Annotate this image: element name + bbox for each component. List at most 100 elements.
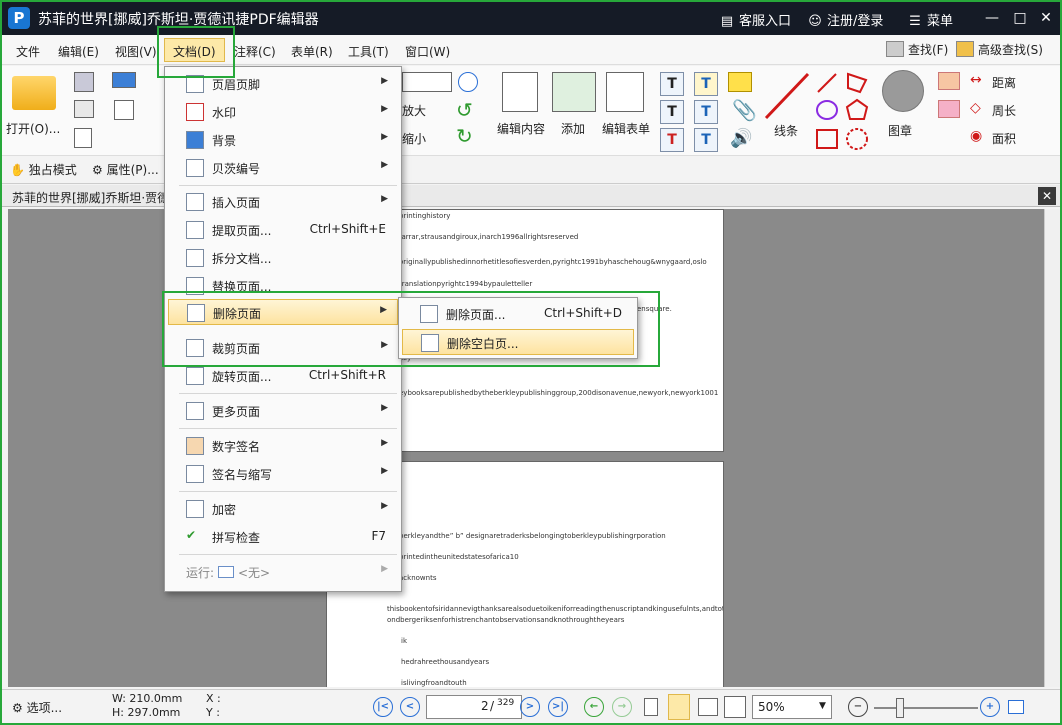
stamp-button[interactable]: 图章 (888, 122, 912, 139)
menu-item-label: 拼写检查 (212, 531, 261, 545)
menu-form[interactable]: 表单(R) (291, 43, 333, 60)
ellipse-icon[interactable] (816, 100, 838, 120)
menu-item-more-pages[interactable]: 更多页面 ▶ (168, 398, 398, 424)
continuous-facing-icon[interactable] (724, 696, 746, 718)
print-icon[interactable] (74, 100, 94, 118)
cloud-icon[interactable] (846, 128, 868, 150)
zoom-slider[interactable] (874, 707, 978, 709)
find-button[interactable]: 查找(F) (886, 41, 948, 58)
edit-form-icon[interactable] (606, 72, 644, 112)
menu-item-digital-signature[interactable]: 数字签名 ▶ (168, 433, 398, 459)
strikethrough-icon[interactable]: T (694, 100, 718, 124)
menu-item-spell-check[interactable]: ✔ 拼写检查 F7 (168, 524, 398, 550)
note-icon[interactable] (728, 72, 752, 92)
open-button[interactable]: 打开(O)... (6, 120, 60, 137)
vertical-scrollbar[interactable] (1044, 209, 1060, 687)
rectangle-icon[interactable] (816, 129, 838, 149)
area-button[interactable]: 面积 (992, 130, 1016, 147)
text-callout-icon[interactable]: T (660, 128, 684, 152)
menu-edit[interactable]: 编辑(E) (58, 43, 99, 60)
sound-icon[interactable]: 🔊 (730, 128, 752, 149)
new-doc-icon[interactable] (114, 100, 134, 120)
export-icon[interactable] (74, 128, 92, 148)
arrow-icon[interactable] (817, 73, 837, 93)
stamp-label: 图章 (888, 124, 913, 138)
prev-page-icon[interactable]: < (400, 697, 420, 717)
typewriter-icon[interactable]: T (694, 72, 718, 96)
menu-button[interactable]: ☰ 菜单 (908, 10, 953, 29)
zoom-level-select[interactable]: 50% ▼ (752, 695, 832, 719)
single-page-icon[interactable] (644, 698, 658, 716)
tab-close-icon[interactable]: ✕ (1038, 187, 1056, 205)
zoom-out-button[interactable]: 缩小 (402, 130, 426, 147)
menu-file[interactable]: 文件 (16, 43, 40, 60)
perimeter-icon[interactable]: ◇ (970, 100, 981, 116)
menu-item-background[interactable]: 背景 ▶ (168, 127, 398, 153)
menu-item-split-document[interactable]: 拆分文档... (168, 245, 398, 271)
page-number-input[interactable]: 2 / 329 (426, 695, 522, 719)
submenu-arrow-icon: ▶ (381, 466, 388, 476)
text-field-icon[interactable]: T (660, 100, 684, 124)
document-tab[interactable]: 苏菲的世界[挪威]乔斯坦·贾德 (12, 189, 169, 206)
menu-window[interactable]: 窗口(W) (405, 43, 450, 60)
exclusive-mode-button[interactable]: ✋ 独占模式 (10, 161, 77, 178)
pentagon-icon[interactable] (845, 98, 869, 120)
lines-button[interactable]: 线条 (774, 122, 798, 139)
edit-content-button[interactable]: 编辑内容 (497, 120, 545, 137)
facing-page-icon[interactable] (698, 698, 718, 716)
first-page-icon[interactable]: |< (373, 697, 393, 717)
menu-item-encrypt[interactable]: 加密 ▶ (168, 496, 398, 522)
zoom-out-icon[interactable]: − (848, 697, 868, 717)
zoom-select[interactable] (402, 72, 452, 92)
close-icon[interactable]: ✕ (1034, 7, 1058, 29)
fit-page-icon[interactable] (1008, 700, 1024, 714)
menu-item-insert-page[interactable]: 插入页面 ▶ (168, 189, 398, 215)
menu-item-run[interactable]: 运行: <无> ▶ (168, 559, 398, 585)
distance-icon[interactable]: ↔ (970, 72, 982, 88)
menu-item-bates-numbering[interactable]: 贝茨编号 ▶ (168, 155, 398, 181)
save-icon[interactable] (74, 72, 94, 92)
stamp-icon[interactable] (882, 70, 924, 112)
attach-icon[interactable]: 📎 (732, 98, 757, 122)
edit-form-button[interactable]: 编辑表单 (602, 120, 650, 137)
edit-content-icon[interactable] (502, 72, 538, 112)
properties-button[interactable]: ⚙ 属性(P)... (92, 161, 159, 178)
menu-item-extract-pages[interactable]: 提取页面... Ctrl+Shift+E (168, 217, 398, 243)
perimeter-button[interactable]: 周长 (992, 102, 1016, 119)
polygon-icon[interactable] (847, 72, 868, 94)
select-options-button[interactable]: ⚙ 选项... (12, 699, 62, 716)
area-icon[interactable]: ◉ (970, 128, 982, 144)
zoom-slider-handle[interactable] (896, 698, 904, 718)
add-button[interactable]: 添加 (561, 120, 585, 137)
distance-button[interactable]: 距离 (992, 74, 1016, 91)
menu-item-watermark[interactable]: 水印 ▶ (168, 99, 398, 125)
underline-icon[interactable]: T (694, 128, 718, 152)
zoom-icon[interactable] (458, 72, 478, 92)
rotate-right-icon[interactable]: ↻ (456, 124, 473, 148)
add-image-icon[interactable] (552, 72, 596, 112)
zoom-in-button[interactable]: 放大 (402, 102, 426, 119)
continuous-page-icon[interactable] (668, 694, 690, 720)
forward-icon[interactable]: → (612, 697, 632, 717)
rotate-left-icon[interactable]: ↺ (456, 98, 473, 122)
pencil-icon[interactable] (938, 72, 960, 90)
maximize-icon[interactable]: □ (1008, 7, 1032, 29)
menu-item-sign-initial[interactable]: 签名与缩写 ▶ (168, 461, 398, 487)
advanced-find-button[interactable]: 高级查找(S) (956, 41, 1043, 58)
menu-tools[interactable]: 工具(T) (348, 43, 389, 60)
menu-comment[interactable]: 注释(C) (234, 43, 276, 60)
scan-icon[interactable] (112, 72, 136, 88)
text-box-icon[interactable]: T (660, 72, 684, 96)
support-button[interactable]: ▤ 客服入口 (720, 10, 791, 29)
open-folder-icon[interactable] (12, 76, 56, 110)
line-icon[interactable] (762, 70, 812, 122)
zoom-in-icon[interactable]: + (980, 697, 1000, 717)
minimize-icon[interactable]: — (980, 7, 1004, 29)
menu-view[interactable]: 视图(V) (115, 43, 157, 60)
next-page-icon[interactable]: > (520, 697, 540, 717)
eraser-icon[interactable] (938, 100, 960, 118)
current-page: 2 (481, 699, 489, 713)
login-button[interactable]: ☺ 注册/登录 (808, 10, 883, 29)
back-icon[interactable]: ← (584, 697, 604, 717)
last-page-icon[interactable]: >| (548, 697, 568, 717)
